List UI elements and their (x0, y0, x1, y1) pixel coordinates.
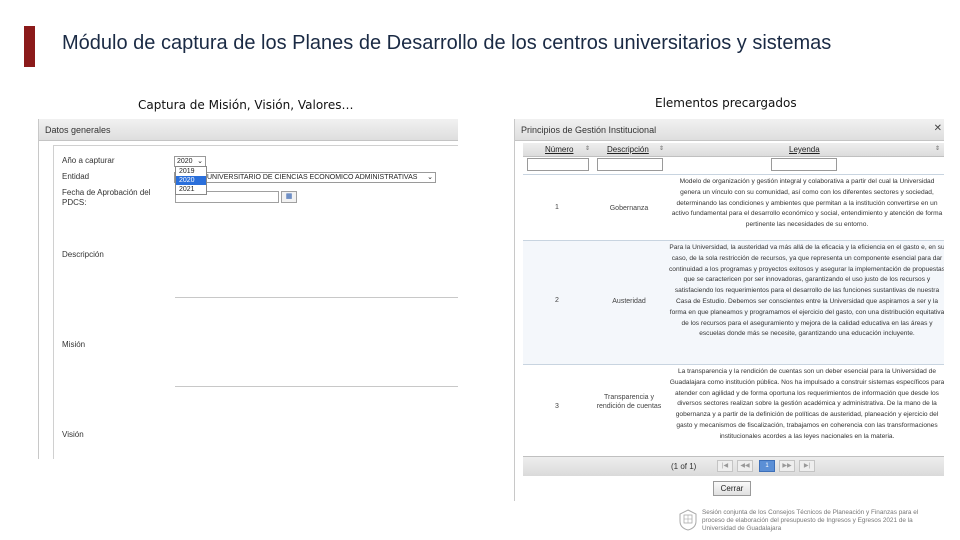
chevron-down-icon: ⌄ (197, 158, 203, 165)
row-number: 2 (555, 297, 559, 304)
close-icon[interactable]: ✕ (934, 123, 942, 134)
entity-label: Entidad (62, 172, 90, 181)
year-label: Año a capturar (62, 156, 115, 165)
grid-pager: (1 of 1) |◀ ◀◀ 1 ▶▶ ▶| (523, 456, 944, 476)
row-description: Transparencia y rendición de cuentas (596, 394, 662, 410)
filter-description-input[interactable] (597, 158, 663, 171)
grid-panel-header: Principios de Gestión Institucional (515, 119, 944, 141)
entity-select[interactable]: UNIVERSITARIO DE CIENCIAS ECONOMICO ADMI… (174, 172, 436, 183)
column-header-legend[interactable]: Leyenda (789, 145, 820, 154)
grid-column-headers: Número ⇕ Descripción ⇕ Leyenda ⇕ (523, 143, 944, 157)
description-field-line[interactable] (175, 297, 458, 298)
year-select-value: 2020 (177, 158, 193, 165)
column-header-number[interactable]: Número (545, 145, 573, 154)
pager-next-button[interactable]: ▶▶ (779, 460, 795, 472)
sort-icon[interactable]: ⇕ (659, 145, 664, 152)
column-header-description[interactable]: Descripción (607, 145, 649, 154)
entity-select-value: UNIVERSITARIO DE CIENCIAS ECONOMICO ADMI… (207, 174, 418, 181)
form-panel-header: Datos generales (39, 119, 458, 141)
pager-first-button[interactable]: |◀ (717, 460, 733, 472)
year-option[interactable]: 2019 (176, 167, 206, 176)
mission-label: Misión (62, 340, 86, 349)
pager-last-button[interactable]: ▶| (799, 460, 815, 472)
principles-grid-screenshot: Principios de Gestión Institucional ✕ Nú… (514, 119, 944, 501)
close-button[interactable]: Cerrar (713, 481, 751, 496)
row-legend: Modelo de organización y gestión integra… (671, 178, 943, 229)
filter-number-input[interactable] (527, 158, 589, 171)
pager-prev-button[interactable]: ◀◀ (737, 460, 753, 472)
slide-title: Módulo de captura de los Planes de Desar… (62, 32, 832, 54)
footer-text: Sesión conjunta de los Consejos Técnicos… (702, 509, 919, 532)
approval-date-label: Fecha de Aprobación del PDCS: (62, 188, 151, 207)
university-seal-icon (679, 509, 697, 531)
row-description: Gobernanza (609, 205, 649, 212)
chevron-down-icon: ⌄ (427, 174, 433, 181)
row-legend: La transparencia y la rendición de cuent… (669, 368, 944, 440)
pager-page-button[interactable]: 1 (759, 460, 775, 472)
mission-field-line[interactable] (175, 386, 458, 387)
vision-label: Visión (62, 430, 84, 439)
title-accent-bar (24, 26, 35, 67)
table-row[interactable]: 1 Gobernanza Modelo de organización y ge… (523, 174, 944, 240)
row-number: 3 (555, 403, 559, 410)
table-row[interactable]: 3 Transparencia y rendición de cuentas L… (523, 364, 944, 456)
table-row[interactable]: 2 Austeridad Para la Universidad, la aus… (523, 240, 944, 364)
calendar-icon[interactable]: ▦ (281, 191, 297, 203)
filter-legend-input[interactable] (771, 158, 837, 171)
year-dropdown-list[interactable]: 2019 2020 2021 (175, 166, 207, 195)
grid-filter-row (523, 157, 944, 173)
row-number: 1 (555, 204, 559, 211)
sort-icon[interactable]: ⇕ (585, 145, 590, 152)
row-legend: Para la Universidad, la austeridad va má… (669, 244, 944, 338)
description-label: Descripción (62, 250, 104, 259)
row-description: Austeridad (612, 298, 646, 305)
caption-left: Captura de Misión, Visión, Valores… (138, 98, 354, 112)
year-option[interactable]: 2021 (176, 185, 206, 194)
caption-right: Elementos precargados (655, 96, 797, 110)
capture-form-screenshot: Datos generales Año a capturar 2020 ⌄ En… (38, 119, 458, 459)
sort-icon[interactable]: ⇕ (935, 145, 940, 152)
pager-info: (1 of 1) (671, 462, 697, 471)
grid-rows: 1 Gobernanza Modelo de organización y ge… (523, 174, 944, 456)
year-option-selected[interactable]: 2020 (176, 176, 206, 185)
